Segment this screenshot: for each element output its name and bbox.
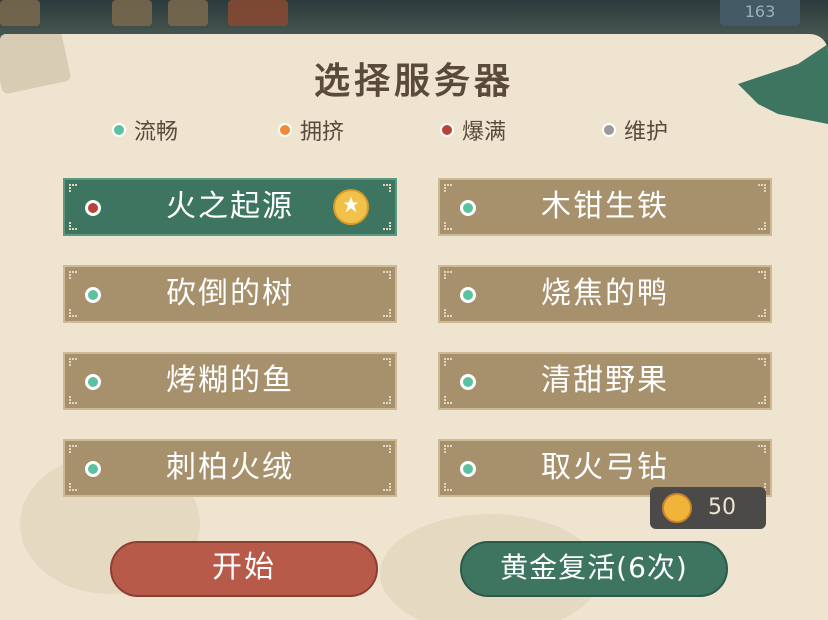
status-dot-icon xyxy=(85,461,101,477)
status-dot-icon xyxy=(278,123,292,137)
top-bar-icon xyxy=(228,0,288,26)
server-name: 烤糊的鱼 xyxy=(166,363,294,398)
status-dot-icon xyxy=(85,287,101,303)
server-name: 烧焦的鸭 xyxy=(541,276,669,311)
status-legend: 流畅 拥挤 爆满 维护 xyxy=(112,114,828,146)
server-button-burnt-duck[interactable]: 烧焦的鸭 xyxy=(438,265,772,323)
server-button-fire-origin[interactable]: 火之起源 xyxy=(63,178,397,236)
status-dot-icon xyxy=(460,461,476,477)
server-name: 砍倒的树 xyxy=(166,276,294,311)
revive-cost-badge: 50 xyxy=(650,487,766,529)
legend-item-full: 爆满 xyxy=(440,114,506,146)
status-dot-icon xyxy=(85,200,101,216)
legend-item-smooth: 流畅 xyxy=(112,114,178,146)
server-button-sweet-berry[interactable]: 清甜野果 xyxy=(438,352,772,410)
server-name: 火之起源 xyxy=(166,189,294,224)
page-title: 选择服务器 xyxy=(313,61,514,102)
server-name: 刺柏火绒 xyxy=(166,450,294,485)
cost-value: 50 xyxy=(708,495,736,520)
status-dot-icon xyxy=(112,123,126,137)
status-dot-icon xyxy=(602,123,616,137)
server-button-juniper-tinder[interactable]: 刺柏火绒 xyxy=(63,439,397,497)
top-bar-icon xyxy=(112,0,152,26)
legend-label: 维护 xyxy=(624,120,669,145)
status-dot-icon xyxy=(460,374,476,390)
status-dot-icon xyxy=(440,123,454,137)
legend-label: 爆满 xyxy=(462,120,507,145)
server-button-fallen-tree[interactable]: 砍倒的树 xyxy=(63,265,397,323)
top-counter: 163 xyxy=(720,0,800,26)
gold-revive-button[interactable]: 黄金复活(6次) xyxy=(460,541,728,597)
start-button[interactable]: 开始 xyxy=(110,541,378,597)
server-select-panel: 选择服务器 流畅 拥挤 爆满 维护 火之起源 木钳生铁 砍倒的树 烧焦的鸭 烤糊… xyxy=(0,34,828,620)
server-button-wooden-tongs[interactable]: 木钳生铁 xyxy=(438,178,772,236)
server-button-burnt-fish[interactable]: 烤糊的鱼 xyxy=(63,352,397,410)
legend-item-maintenance: 维护 xyxy=(602,114,668,146)
status-dot-icon xyxy=(460,287,476,303)
legend-item-crowded: 拥挤 xyxy=(278,114,344,146)
server-name: 清甜野果 xyxy=(541,363,669,398)
legend-label: 流畅 xyxy=(134,120,179,145)
top-bar-icon xyxy=(168,0,208,26)
star-badge-icon xyxy=(333,189,369,225)
status-dot-icon xyxy=(85,374,101,390)
top-bar-icon xyxy=(0,0,40,26)
server-name: 木钳生铁 xyxy=(541,189,669,224)
legend-label: 拥挤 xyxy=(300,120,345,145)
gold-coin-icon xyxy=(662,493,692,523)
status-dot-icon xyxy=(460,200,476,216)
